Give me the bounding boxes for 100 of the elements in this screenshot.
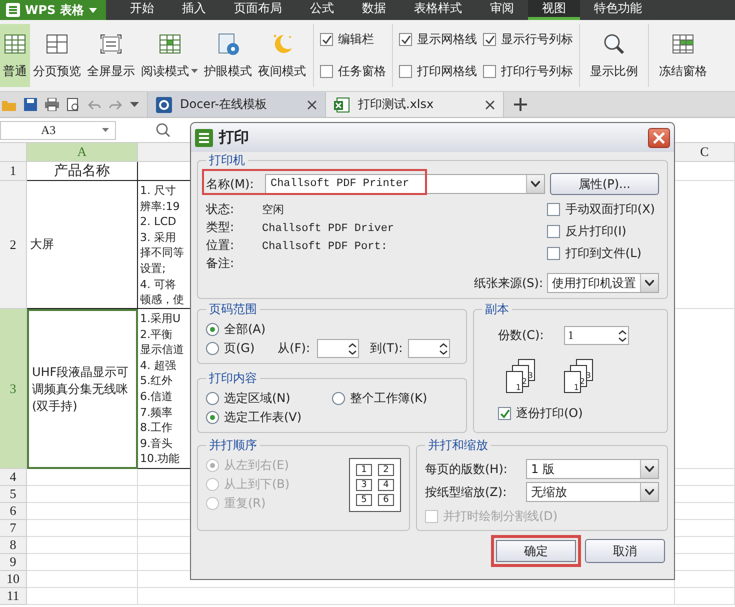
radio-button[interactable] — [332, 392, 345, 405]
view-mode-button[interactable]: 普通 — [0, 24, 30, 87]
checkbox[interactable] — [483, 33, 496, 46]
row-header[interactable]: 11 — [0, 588, 27, 605]
row-header[interactable]: 1 — [0, 162, 27, 181]
row-header[interactable]: 2 — [0, 181, 27, 309]
checkbox[interactable] — [320, 64, 333, 78]
close-button[interactable] — [648, 128, 670, 148]
row-header[interactable]: 7 — [0, 520, 27, 537]
checkbox[interactable] — [547, 203, 560, 216]
page-sheet: 1 — [506, 371, 523, 393]
row-header[interactable]: 9 — [0, 554, 27, 571]
document-tab[interactable]: Docer-在线模板 — [148, 92, 326, 117]
cell-text: 1.采用U — [140, 311, 181, 327]
checkbox[interactable] — [399, 64, 412, 78]
radio-button[interactable] — [206, 342, 219, 355]
menu-tab[interactable]: 数据 — [348, 0, 400, 20]
field-label: 按纸型缩放(Z): — [425, 484, 507, 500]
row-header[interactable]: 3 — [0, 309, 27, 469]
radio-button[interactable] — [206, 411, 219, 424]
row-header[interactable]: 5 — [0, 486, 27, 503]
info-value: Challsoft PDF Driver — [262, 223, 394, 235]
caret-icon — [191, 69, 198, 73]
close-icon[interactable] — [307, 100, 317, 110]
cell-text: 10.功能 — [140, 451, 180, 467]
radio-label: 重复(R) — [224, 495, 266, 512]
checkbox[interactable] — [547, 225, 560, 238]
app-menu-button[interactable]: WPS 表格 — [0, 0, 106, 20]
checkbox[interactable] — [483, 64, 496, 78]
close-icon[interactable] — [485, 100, 495, 110]
copies-field[interactable]: 1 — [564, 326, 629, 345]
ribbon-button[interactable]: 显示比例 — [584, 24, 644, 87]
menu-tab[interactable]: 页面布局 — [220, 0, 296, 20]
menu-tab[interactable]: 表格样式 — [400, 0, 476, 20]
field-label: 名称(M): — [206, 176, 255, 192]
scale-select[interactable]: 无缩放 — [526, 482, 659, 502]
checkbox[interactable] — [320, 33, 333, 46]
spin-field[interactable] — [316, 339, 359, 358]
dialog-button[interactable]: 取消 — [585, 539, 665, 563]
view-mode-button[interactable]: 夜间模式 — [255, 24, 309, 87]
properties-button[interactable]: 属性(P)... — [550, 173, 660, 195]
checkbox-label: 打印网格线 — [417, 62, 477, 80]
redo-icon[interactable] — [109, 100, 122, 110]
cell-text: 5.红外 — [140, 373, 172, 389]
column-header[interactable]: C — [675, 143, 735, 162]
checkbox-label: 任务窗格 — [338, 62, 386, 80]
menu-tab[interactable]: 特色功能 — [580, 0, 656, 20]
close-icon — [653, 132, 665, 144]
cell-text: 4. 可将 — [140, 276, 176, 292]
menu-tab[interactable]: 审阅 — [476, 0, 528, 20]
cell-text: 显示信道 — [140, 342, 184, 358]
radio-button[interactable] — [206, 323, 219, 336]
view-mode-button[interactable]: 阅读模式 — [138, 24, 201, 87]
cell-text: 择不同等 — [140, 245, 184, 261]
dialog-button[interactable]: 确定 — [491, 535, 581, 567]
checkbox[interactable] — [547, 247, 560, 260]
view-mode-button[interactable]: 护眼模式 — [201, 24, 255, 87]
checkbox[interactable] — [399, 33, 412, 46]
table-cell — [675, 588, 735, 605]
caret-icon — [645, 489, 654, 495]
grid-icon — [671, 32, 695, 56]
row-header[interactable]: 4 — [0, 469, 27, 486]
save-icon[interactable] — [24, 98, 37, 111]
group-title: 页码范围 — [208, 301, 258, 318]
menu-tab[interactable]: 插入 — [168, 0, 220, 20]
search-icon[interactable] — [156, 123, 170, 137]
ribbon-button[interactable]: 冻结窗格 — [653, 24, 713, 87]
row-header[interactable]: 6 — [0, 503, 27, 520]
page-sheet: 1 — [564, 371, 581, 393]
row-header[interactable]: 8 — [0, 537, 27, 554]
eye-document-icon — [216, 32, 240, 56]
row-header[interactable]: 10 — [0, 571, 27, 588]
view-mode-button[interactable]: 全屏显示 — [84, 24, 138, 87]
checkbox[interactable] — [498, 407, 511, 420]
pages-per-sheet-select[interactable]: 1 版 — [526, 459, 659, 479]
print-preview-icon[interactable] — [67, 98, 80, 112]
printer-icon[interactable] — [45, 98, 59, 111]
checkbox-label: 显示行号列标 — [501, 31, 573, 48]
field-label: 从(F): — [278, 340, 310, 357]
document-tab[interactable]: 打印测试.xlsx — [326, 92, 504, 117]
paper-source-select[interactable]: 使用打印机设置 — [547, 273, 659, 293]
info-label: 备注: — [206, 255, 236, 271]
caret-icon[interactable] — [130, 102, 139, 107]
spin-arrows-icon — [438, 342, 449, 356]
checkbox-label: 手动双面打印(X) — [565, 201, 655, 218]
checkbox-label: 编辑栏 — [338, 31, 374, 48]
menu-tab[interactable]: 开始 — [116, 0, 168, 20]
cell-text: 1. 尺寸 — [140, 183, 176, 199]
spin-field[interactable] — [408, 339, 450, 358]
printer-select[interactable]: Challsoft PDF Printer — [265, 174, 545, 194]
add-tab-icon[interactable] — [514, 98, 527, 111]
menu-tab[interactable]: 视图 — [528, 0, 580, 20]
menu-tab[interactable]: 公式 — [296, 0, 348, 20]
view-mode-button[interactable]: 分页预览 — [30, 24, 84, 87]
name-box[interactable]: A3 — [0, 120, 116, 140]
undo-icon[interactable] — [88, 100, 101, 110]
info-value: Challsoft PDF Port: — [262, 241, 388, 253]
radio-button[interactable] — [206, 392, 219, 405]
spin-arrows-icon — [346, 342, 358, 356]
column-header[interactable]: A — [27, 143, 138, 162]
